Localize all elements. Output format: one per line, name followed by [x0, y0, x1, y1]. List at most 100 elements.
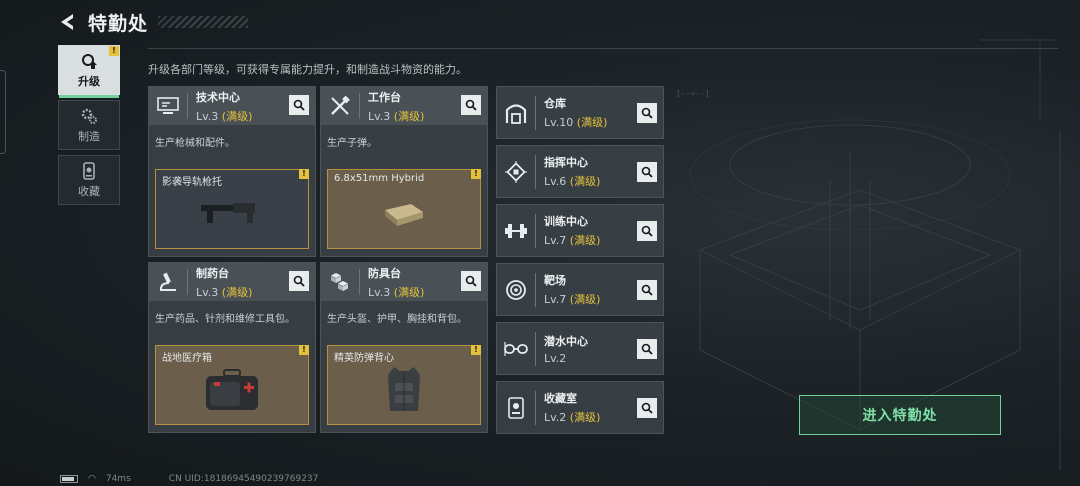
facility-diving-center[interactable]: 潜水中心 Lv.2 — [496, 322, 664, 375]
alert-badge: ! — [471, 345, 481, 355]
tab-collection[interactable]: 收藏 — [58, 155, 120, 205]
search-icon — [641, 225, 653, 237]
edge-drawer-handle[interactable] — [0, 70, 6, 154]
header-divider — [148, 48, 1058, 49]
chip-icon — [503, 159, 529, 185]
tab-collection-label: 收藏 — [78, 184, 100, 198]
alert-badge: ! — [471, 169, 481, 179]
card-name: 工作台 — [368, 90, 401, 104]
enter-special-ops-button[interactable]: 进入特勤处 — [799, 395, 1001, 435]
dumbbell-icon — [503, 218, 529, 244]
inspect-button[interactable] — [637, 398, 657, 418]
side-tabs: ! 升级 制造 收藏 — [58, 45, 122, 210]
search-icon — [465, 99, 477, 111]
ammo-box-image — [385, 204, 423, 226]
card-level: Lv.3 (满级) — [196, 285, 253, 299]
facility-level: Lv.7 (满级) — [544, 234, 601, 247]
header: 特勤处 — [56, 8, 249, 36]
facility-level: Lv.7 (满级) — [544, 293, 601, 306]
tab-upgrade[interactable]: ! 升级 — [58, 45, 120, 98]
facility-warehouse[interactable]: 仓库 Lv.10 (满级) — [496, 86, 664, 139]
inspect-button[interactable] — [637, 103, 657, 123]
card-armor-bench[interactable]: 防具台 Lv.3 (满级) 生产头盔、护甲、胸挂和背包。 ! 精英防弹背心 — [320, 262, 488, 433]
card-name: 技术中心 — [196, 90, 240, 104]
inspect-button[interactable] — [461, 95, 481, 115]
search-icon — [641, 343, 653, 355]
search-icon — [641, 107, 653, 119]
cubes-icon — [327, 269, 353, 295]
collection-icon — [79, 161, 99, 180]
craft-item-slot[interactable]: ! 6.8x51mm Hybrid — [327, 169, 481, 249]
facility-name: 靶场 — [544, 274, 566, 287]
facility-name: 潜水中心 — [544, 334, 588, 348]
search-icon — [641, 166, 653, 178]
search-icon — [293, 275, 305, 287]
facility-command-center[interactable]: 指挥中心 Lv.6 (满级) — [496, 145, 664, 198]
facility-name: 训练中心 — [544, 215, 588, 228]
search-icon — [293, 99, 305, 111]
wifi-icon: ◠ — [88, 474, 96, 484]
inspect-button[interactable] — [637, 339, 657, 359]
ping-value: 74ms — [105, 474, 131, 484]
card-workbench[interactable]: 工作台 Lv.3 (满级) 生产子弹。 ! 6.8x51mm Hybrid — [320, 86, 488, 257]
card-description: 生产头盔、护甲、胸挂和背包。 — [327, 314, 467, 325]
search-icon — [641, 284, 653, 296]
card-name: 制药台 — [196, 266, 229, 280]
craft-item-slot[interactable]: ! 影袭导轨枪托 — [155, 169, 309, 249]
armor-vest-image — [388, 367, 420, 411]
card-level: Lv.3 (满级) — [196, 109, 253, 123]
status-bar: ◠ 74ms CN UID:18186945490239769237 — [60, 474, 318, 484]
facility-collection-room[interactable]: 收藏室 Lv.2 (满级) — [496, 381, 664, 434]
facility-level: Lv.6 (满级) — [544, 175, 601, 188]
card-name: 防具台 — [368, 266, 401, 280]
card-tech-center[interactable]: 技术中心 Lv.3 (满级) 生产枪械和配件。 ! 影袭导轨枪托 — [148, 86, 316, 257]
monitor-icon — [155, 93, 181, 119]
item-name: 战地医疗箱 — [162, 353, 212, 364]
item-name: 影袭导轨枪托 — [162, 177, 222, 188]
craft-item-slot[interactable]: ! 精英防弹背心 — [327, 345, 481, 425]
card-pharmacy[interactable]: 制药台 Lv.3 (满级) 生产药品、针剂和维修工具包。 ! 战地医疗箱 — [148, 262, 316, 433]
back-button[interactable] — [56, 10, 80, 34]
alert-badge: ! — [299, 345, 309, 355]
svg-text:[--=--]: [--=--] — [676, 89, 710, 98]
card-description: 生产药品、针剂和维修工具包。 — [155, 314, 295, 325]
facility-name: 收藏室 — [544, 392, 577, 405]
tab-upgrade-label: 升级 — [78, 74, 100, 88]
alert-badge: ! — [109, 46, 119, 56]
trophy-icon — [503, 395, 529, 421]
warehouse-icon — [503, 100, 529, 126]
goggles-icon — [503, 336, 529, 362]
card-description: 生产子弹。 — [327, 138, 377, 149]
inspect-button[interactable] — [637, 221, 657, 241]
card-description: 生产枪械和配件。 — [155, 138, 235, 149]
upgrade-icon — [79, 52, 99, 70]
facility-name: 仓库 — [544, 97, 566, 110]
tab-craft-label: 制造 — [78, 129, 100, 143]
alert-badge: ! — [299, 169, 309, 179]
back-arrow-icon — [61, 14, 73, 30]
card-level: Lv.3 (满级) — [368, 285, 425, 299]
target-icon — [503, 277, 529, 303]
page-title: 特勤处 — [88, 12, 149, 35]
inspect-button[interactable] — [637, 162, 657, 182]
battery-icon — [60, 475, 78, 483]
page-description: 升级各部门等级，可获得专属能力提升，和制造战斗物资的能力。 — [148, 63, 467, 76]
inspect-button[interactable] — [289, 95, 309, 115]
card-level: Lv.3 (满级) — [368, 109, 425, 123]
inspect-button[interactable] — [289, 271, 309, 291]
item-name: 6.8x51mm Hybrid — [334, 173, 425, 184]
title-decoration — [158, 16, 249, 28]
facility-level: Lv.2 (满级) — [544, 411, 601, 424]
tools-icon — [327, 93, 353, 119]
item-name: 精英防弹背心 — [334, 353, 394, 364]
craft-item-slot[interactable]: ! 战地医疗箱 — [155, 345, 309, 425]
tab-craft[interactable]: 制造 — [58, 100, 120, 150]
facility-name: 指挥中心 — [544, 156, 588, 169]
search-icon — [641, 402, 653, 414]
user-uid: CN UID:18186945490239769237 — [168, 474, 319, 484]
search-icon — [465, 275, 477, 287]
inspect-button[interactable] — [637, 280, 657, 300]
inspect-button[interactable] — [461, 271, 481, 291]
facility-shooting-range[interactable]: 靶场 Lv.7 (满级) — [496, 263, 664, 316]
facility-training-center[interactable]: 训练中心 Lv.7 (满级) — [496, 204, 664, 257]
